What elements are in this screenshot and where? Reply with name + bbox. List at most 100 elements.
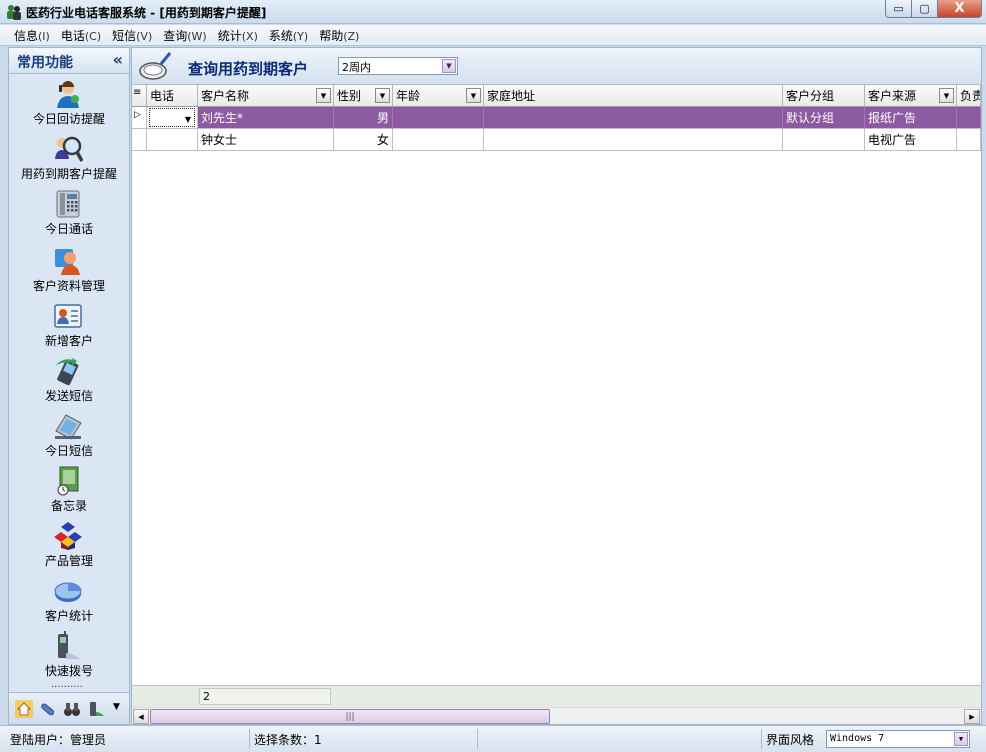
search-users-icon (55, 136, 83, 162)
column-header-phone[interactable]: 电话 (147, 85, 198, 107)
collapse-sidebar-icon[interactable]: « (113, 50, 123, 69)
cell-phone[interactable]: ▼ (147, 107, 198, 129)
selected-count: 选择条数：1 (250, 729, 478, 749)
sidebar-item-label: 备忘录 (50, 499, 87, 513)
cell-age[interactable] (393, 129, 484, 151)
row-indicator-header[interactable]: ≡ (132, 85, 147, 107)
phone-select[interactable]: ▼ (149, 108, 195, 127)
sidebar-item-label: 产品管理 (44, 554, 93, 568)
link-icon[interactable] (39, 700, 57, 718)
sidebar-item-callback-reminder[interactable]: 今日回访提醒 (9, 79, 129, 133)
menu-help[interactable]: 帮助(Z) (319, 27, 359, 44)
sidebar-bottom-toolbar: ▼ (9, 692, 129, 724)
cell-gender[interactable]: 女 (334, 129, 393, 151)
sidebar-item-label: 用药到期客户提醒 (20, 167, 117, 181)
sidebar-item-speed-dial[interactable]: 快速拨号 (9, 631, 129, 685)
cell-source[interactable]: 报纸广告 (865, 107, 957, 129)
table-row[interactable]: ▷ ▼ 刘先生* 男 默认分组 报纸广告 (132, 107, 981, 129)
mobile-phone-icon (58, 631, 80, 659)
query-toolbar: 查询用药到期客户 2周内 ▼ (132, 48, 981, 85)
callback-agent-icon (57, 81, 79, 108)
more-options-icon[interactable]: ▼ (113, 702, 120, 712)
cell-name[interactable]: 刘先生* (198, 107, 334, 129)
cell-phone[interactable] (147, 129, 198, 151)
main-panel: 查询用药到期客户 2周内 ▼ ≡ 电话 客户名称 ▼ 性别 ▼ 年龄 ▼ 家庭地址 客… (131, 47, 982, 725)
column-header-age[interactable]: 年龄 ▼ (393, 85, 484, 107)
filter-dropdown-icon[interactable]: ▼ (939, 88, 954, 103)
sidebar-item-memo[interactable]: 备忘录 (9, 466, 129, 520)
page-title: 查询用药到期客户 (188, 60, 309, 78)
sidebar-item-label: 客户统计 (44, 609, 93, 623)
maximize-button[interactable]: ▢ (912, 0, 938, 18)
sidebar-item-send-sms[interactable]: 发送短信 (9, 356, 129, 410)
cell-name[interactable]: 钟女士 (198, 129, 334, 151)
menu-sms[interactable]: 短信(V) (112, 27, 152, 44)
sidebar-title: 常用功能 (17, 55, 73, 71)
column-header-owner[interactable]: 负责 (957, 85, 981, 107)
cell-owner[interactable] (957, 129, 981, 151)
cell-group[interactable]: 默认分组 (783, 107, 865, 129)
table-row[interactable]: 钟女士 女 电视广告 (132, 129, 981, 151)
style-select[interactable]: Windows 7 ▼ (826, 730, 970, 748)
product-cubes-icon (54, 522, 82, 550)
period-select[interactable]: 2周内 ▼ (338, 57, 458, 75)
sidebar-item-label: 今日回访提醒 (32, 112, 105, 126)
filter-dropdown-icon[interactable]: ▼ (316, 88, 331, 103)
cell-group[interactable] (783, 129, 865, 151)
grid-header-row: ≡ 电话 客户名称▼ 性别▼ 年龄▼ 家庭地址 客户分组 客户来源▼ 负责 (132, 85, 981, 107)
sidebar-item-label: 今日短信 (44, 444, 93, 458)
column-header-address[interactable]: 家庭地址 (484, 85, 783, 107)
scroll-right-icon[interactable]: ▶ (964, 709, 980, 724)
chevron-down-icon[interactable]: ▼ (954, 732, 968, 746)
menu-system[interactable]: 系统(Y) (269, 27, 308, 44)
cell-source[interactable]: 电视广告 (865, 129, 957, 151)
row-indicator (132, 129, 147, 151)
column-header-gender[interactable]: 性别 ▼ (334, 85, 393, 107)
window-title: 医药行业电话客服系统 - [用药到期客户提醒] (26, 6, 267, 20)
menu-statistics[interactable]: 统计(X) (218, 27, 258, 44)
logged-in-user: 登陆用户：管理员 (6, 729, 250, 749)
app-users-icon (7, 5, 21, 20)
sidebar-item-medication-expiry[interactable]: 用药到期客户提醒 (9, 134, 129, 188)
home-icon[interactable] (15, 700, 33, 718)
sidebar-item-today-calls[interactable]: 今日通话 (9, 189, 129, 243)
filter-dropdown-icon[interactable]: ▼ (375, 88, 390, 103)
binoculars-icon[interactable] (63, 700, 81, 718)
magnifier-icon (139, 52, 172, 80)
sidebar-header: 常用功能 « (9, 48, 129, 74)
horizontal-scrollbar[interactable]: ◀ ||| ▶ (132, 707, 981, 724)
sidebar-item-customer-management[interactable]: 客户资料管理 (9, 246, 129, 300)
minimize-icon: ▭ (893, 2, 904, 15)
chevron-down-icon[interactable]: ▼ (442, 59, 456, 73)
column-header-source[interactable]: 客户来源 ▼ (865, 85, 957, 107)
telephone-icon (56, 190, 80, 218)
menu-info[interactable]: 信息(I) (14, 27, 50, 44)
menu-phone[interactable]: 电话(C) (61, 27, 101, 44)
maximize-icon: ▢ (919, 2, 930, 15)
cell-gender[interactable]: 男 (334, 107, 393, 129)
sidebar-item-add-customer[interactable]: 新增客户 (9, 301, 129, 355)
sidebar-item-product-management[interactable]: 产品管理 (9, 521, 129, 575)
sidebar: 常用功能 « 今日回访提醒 用药到期客户提醒 今日通话 客户资料管理 新增客户 … (8, 47, 130, 725)
close-button[interactable]: X (938, 0, 982, 18)
sidebar-item-label: 快速拨号 (44, 664, 93, 678)
column-header-name[interactable]: 客户名称 ▼ (198, 85, 334, 107)
contact-card-icon (54, 304, 82, 328)
menu-query[interactable]: 查询(W) (163, 27, 206, 44)
sidebar-item-label: 客户资料管理 (32, 279, 105, 293)
cell-address[interactable] (484, 129, 783, 151)
cell-age[interactable] (393, 107, 484, 129)
cell-address[interactable] (484, 107, 783, 129)
sidebar-item-today-sms[interactable]: 今日短信 (9, 411, 129, 465)
record-count: 2 (199, 688, 331, 705)
column-header-group[interactable]: 客户分组 (783, 85, 865, 107)
phone-book-icon[interactable] (87, 700, 105, 718)
minimize-button[interactable]: ▭ (885, 0, 912, 18)
cell-owner[interactable] (957, 107, 981, 129)
sidebar-item-customer-statistics[interactable]: 客户统计 (9, 576, 129, 630)
chevron-down-icon[interactable]: ▼ (185, 115, 191, 124)
scroll-left-icon[interactable]: ◀ (133, 709, 149, 724)
filter-dropdown-icon[interactable]: ▼ (466, 88, 481, 103)
scrollbar-thumb[interactable]: ||| (150, 709, 550, 724)
style-select-value: Windows 7 (830, 733, 885, 744)
